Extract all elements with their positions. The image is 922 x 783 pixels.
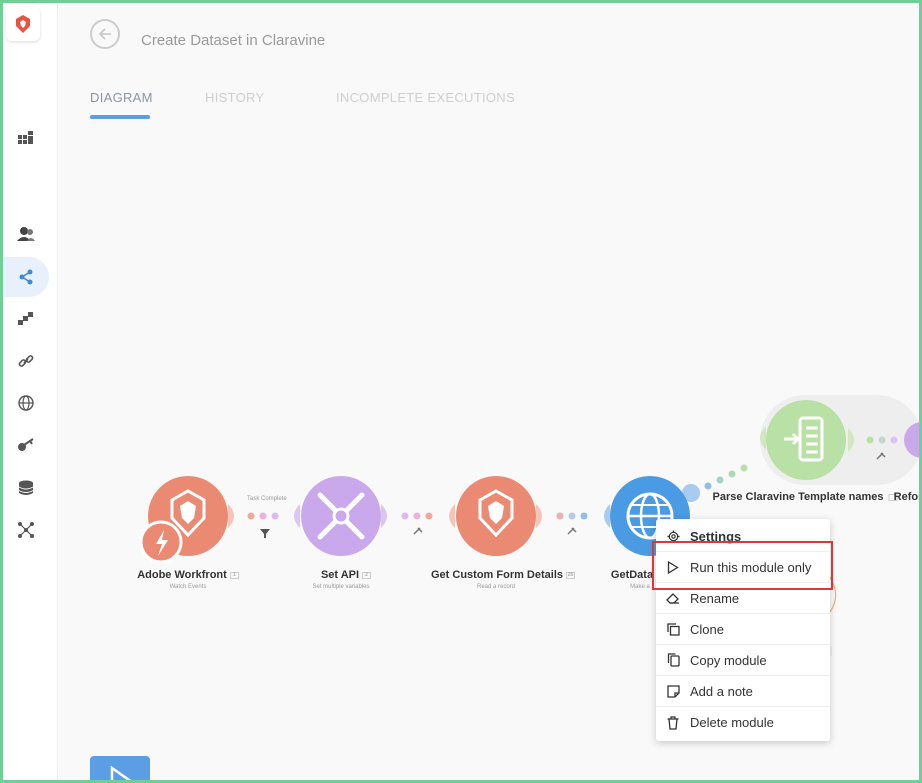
module-context-menu: Settings Run this module only Rename Clo… — [656, 519, 830, 741]
module-set-api — [301, 476, 381, 556]
menu-item-delete-module[interactable]: Delete module — [656, 707, 830, 738]
filter-icon — [260, 529, 270, 538]
module-label-parse-claravine[interactable]: Parse Claravine Template names — [713, 491, 898, 503]
module-parse-claravine-template-names — [766, 400, 846, 480]
module-label-get-custom-form-details[interactable]: Get Custom Form Details 25 — [431, 569, 576, 581]
connector-1-2 — [228, 504, 300, 528]
trash-icon — [667, 715, 679, 730]
note-icon — [666, 684, 680, 698]
clone-icon — [666, 622, 680, 636]
menu-item-run-this-module-only[interactable]: Run this module only — [656, 552, 830, 583]
menu-item-settings[interactable]: Settings — [656, 521, 830, 552]
menu-item-rename[interactable]: Rename — [656, 583, 830, 614]
module-label-adobe-workfront[interactable]: Adobe Workfront 1 — [137, 569, 239, 581]
gear-icon — [666, 529, 680, 543]
menu-item-copy-module[interactable]: Copy module — [656, 645, 830, 676]
module-adobe-workfront — [139, 476, 228, 564]
play-icon — [110, 765, 132, 782]
module-sub-set-api: Set multiple variables — [312, 584, 370, 590]
wrench-icon-2 — [567, 527, 577, 535]
play-icon — [667, 560, 679, 574]
menu-item-clone[interactable]: Clone — [656, 614, 830, 645]
module-label-getdata[interactable]: GetData — [611, 569, 653, 581]
module-label-reformat[interactable]: Refor — [894, 491, 922, 503]
connector-3-4 — [536, 504, 610, 528]
filter-label[interactable]: Task Complete — [247, 496, 287, 502]
connector-2-3 — [381, 504, 455, 528]
menu-item-add-a-note[interactable]: Add a note — [656, 676, 830, 707]
wrench-icon-1 — [413, 527, 423, 535]
module-sub-getdata: Make a — [630, 584, 650, 590]
run-once-button[interactable] — [90, 756, 150, 783]
eraser-icon — [666, 593, 679, 604]
module-label-set-api[interactable]: Set API 2 — [321, 569, 372, 581]
module-sub-adobe-workfront: Watch Events — [169, 584, 207, 590]
module-sub-get-custom-form-details: Read a record — [476, 584, 516, 590]
module-get-custom-form-details — [456, 476, 536, 556]
copy-icon — [667, 653, 680, 667]
